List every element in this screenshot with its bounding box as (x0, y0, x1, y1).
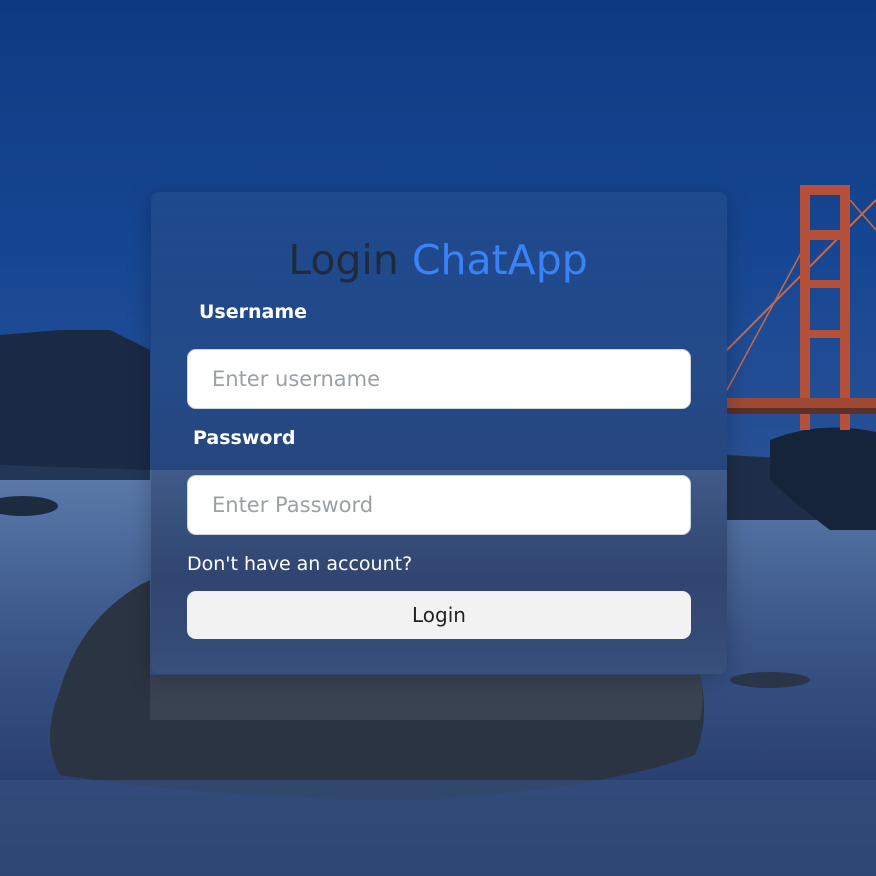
password-input[interactable] (187, 475, 691, 535)
password-label: Password (193, 427, 296, 449)
title-login-text: Login (288, 236, 399, 284)
bridge (726, 185, 876, 430)
username-label: Username (199, 301, 308, 323)
signup-link[interactable]: Don't have an account? (187, 550, 412, 578)
page-title: Login ChatApp (0, 232, 876, 288)
left-hill (0, 330, 150, 480)
username-input[interactable] (187, 349, 691, 409)
login-button[interactable]: Login (187, 591, 691, 639)
title-brand-text: ChatApp (411, 236, 588, 284)
